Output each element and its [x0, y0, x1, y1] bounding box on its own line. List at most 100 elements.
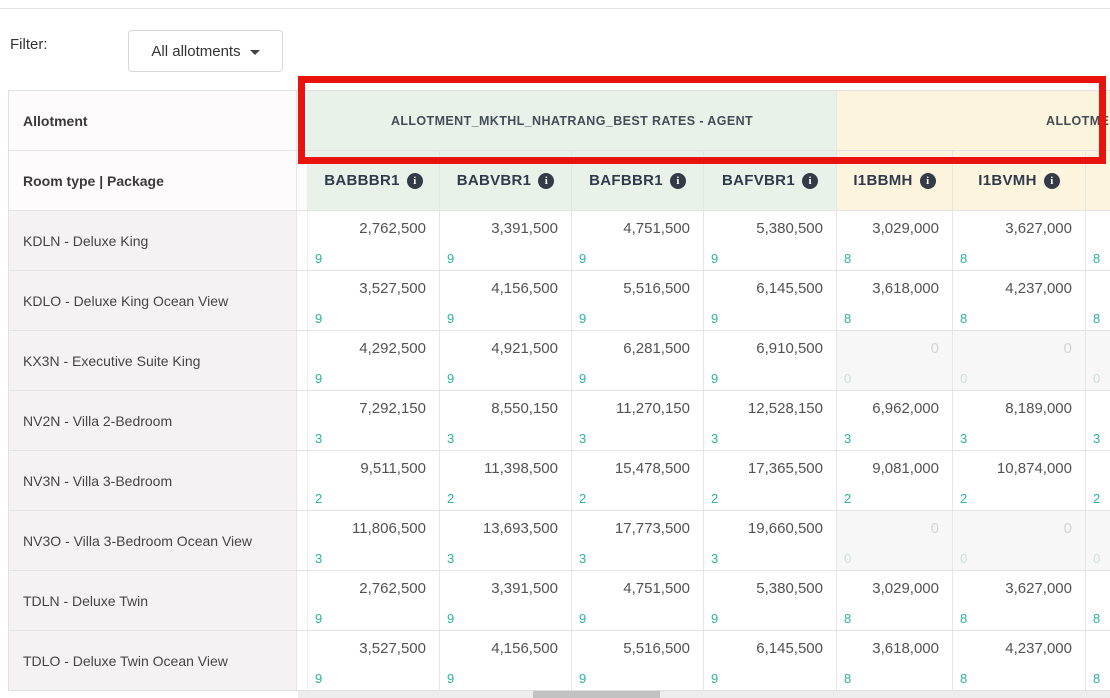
rate-value: 12,528,150: [748, 400, 823, 417]
rate-cell-KDLO-I1BBMH[interactable]: 3,618,0008: [837, 271, 953, 330]
rate-cell-KDLO-BAFVBR1[interactable]: 6,145,5009: [704, 271, 837, 330]
availability-count: 3: [579, 431, 586, 446]
availability-count: 2: [315, 491, 322, 506]
rate-value: 8,189,000: [1005, 400, 1072, 417]
rate-value: 4,751,500: [623, 220, 690, 237]
rate-cell-NV2N-BABVBR1[interactable]: 8,550,1503: [440, 391, 572, 450]
rate-cell-KDLO-NEXT[interactable]: 8: [1086, 271, 1110, 330]
rate-value: 4,156,500: [491, 640, 558, 657]
rate-cell-KDLO-BAFBBR1[interactable]: 5,516,5009: [572, 271, 704, 330]
rate-cell-TDLO-BABBBR1[interactable]: 3,527,5009: [308, 631, 440, 690]
horizontal-scrollbar[interactable]: [298, 691, 1110, 698]
room-type-text: TDLN - Deluxe Twin: [23, 593, 148, 609]
room-type-header-label: Room type | Package: [23, 173, 164, 189]
rate-cell-TDLO-NEXT[interactable]: 8: [1086, 631, 1110, 690]
availability-count: 9: [447, 371, 454, 386]
frozen-column-spacer: [297, 271, 308, 330]
rate-cell-KDLN-BABVBR1[interactable]: 3,391,5009: [440, 211, 572, 270]
rate-cell-KDLO-BABVBR1[interactable]: 4,156,5009: [440, 271, 572, 330]
rate-cell-NV3N-BABVBR1[interactable]: 11,398,5002: [440, 451, 572, 510]
availability-count: 8: [960, 671, 967, 686]
rate-cell-TDLN-I1BBMH[interactable]: 3,029,0008: [837, 571, 953, 630]
rate-cell-TDLO-I1BBMH[interactable]: 3,618,0008: [837, 631, 953, 690]
rate-cell-TDLO-BAFBBR1[interactable]: 5,516,5009: [572, 631, 704, 690]
room-type-label-KX3N: KX3N - Executive Suite King: [9, 331, 297, 390]
rate-cell-NV3N-I1BBMH[interactable]: 9,081,000 2: [837, 451, 953, 510]
rate-cell-KX3N-BAFVBR1[interactable]: 6,910,5009: [704, 331, 837, 390]
rate-cell-KDLN-BAFBBR1[interactable]: 4,751,5009: [572, 211, 704, 270]
frozen-column-spacer: [297, 331, 308, 390]
rate-cell-KDLN-I1BBMH[interactable]: 3,029,0008: [837, 211, 953, 270]
rate-cell-NV2N-NEXT[interactable]: 3: [1086, 391, 1110, 450]
rate-cell-TDLO-I1BVMH[interactable]: 4,237,0008: [953, 631, 1086, 690]
availability-count: 8: [844, 311, 851, 326]
column-header-BABVBR1: BABVBR1i: [440, 151, 572, 210]
scrollbar-thumb[interactable]: [533, 691, 660, 698]
rate-cell-KX3N-NEXT: 0: [1086, 331, 1110, 390]
rate-cell-TDLN-BAFVBR1[interactable]: 5,380,5009: [704, 571, 837, 630]
rate-cell-NV3N-BAFBBR1[interactable]: 15,478,5002: [572, 451, 704, 510]
rate-cell-TDLO-BAFVBR1[interactable]: 6,145,5009: [704, 631, 837, 690]
column-header-I1BVMH: I1BVMHi: [953, 151, 1086, 210]
availability-count: 3: [447, 551, 454, 566]
info-icon[interactable]: i: [802, 173, 818, 189]
availability-count: 8: [960, 611, 967, 626]
rate-cell-NV3O-BABVBR1[interactable]: 13,693,5003: [440, 511, 572, 570]
info-icon[interactable]: i: [920, 173, 936, 189]
availability-count: 9: [579, 611, 586, 626]
availability-count: 9: [447, 671, 454, 686]
rate-cell-NV2N-I1BVMH[interactable]: 8,189,000 3: [953, 391, 1086, 450]
rate-cell-KX3N-I1BBMH: 00: [837, 331, 953, 390]
availability-count: 9: [711, 671, 718, 686]
rate-cell-KX3N-BABBBR1[interactable]: 4,292,5009: [308, 331, 440, 390]
column-header-BAFBBR1: BAFBBR1i: [572, 151, 704, 210]
rate-cell-NV2N-BAFBBR1[interactable]: 11,270,1503: [572, 391, 704, 450]
info-icon[interactable]: i: [407, 173, 423, 189]
rate-cell-NV2N-BABBBR1[interactable]: 7,292,1503: [308, 391, 440, 450]
info-icon[interactable]: i: [538, 173, 554, 189]
rate-cell-KX3N-BABVBR1[interactable]: 4,921,5009: [440, 331, 572, 390]
table-row: TDLN - Deluxe Twin2,762,50093,391,50094,…: [9, 571, 1110, 631]
rate-cell-TDLO-BABVBR1[interactable]: 4,156,500 9: [440, 631, 572, 690]
rate-value: 0: [931, 520, 939, 537]
rate-cell-NV3O-BABBBR1[interactable]: 11,806,5003: [308, 511, 440, 570]
rate-cell-TDLN-BABVBR1[interactable]: 3,391,5009: [440, 571, 572, 630]
rate-cell-TDLN-BAFBBR1[interactable]: 4,751,5009: [572, 571, 704, 630]
rate-cell-KDLN-BAFVBR1[interactable]: 5,380,5009: [704, 211, 837, 270]
rate-cell-NV3N-BABBBR1[interactable]: 9,511,5002: [308, 451, 440, 510]
info-icon[interactable]: i: [1044, 173, 1060, 189]
availability-count: 2: [844, 491, 851, 506]
rate-cell-KX3N-BAFBBR1[interactable]: 6,281,5009: [572, 331, 704, 390]
rate-value: 5,516,500: [623, 280, 690, 297]
info-icon[interactable]: i: [670, 173, 686, 189]
rate-cell-NV3O-BAFVBR1[interactable]: 19,660,5003: [704, 511, 837, 570]
rate-value: 9,081,000: [872, 460, 939, 477]
rate-cell-KDLO-BABBBR1[interactable]: 3,527,5009: [308, 271, 440, 330]
rate-value: 2,762,500: [359, 580, 426, 597]
rate-cell-TDLN-BABBBR1[interactable]: 2,762,5009: [308, 571, 440, 630]
rate-cell-KDLN-BABBBR1[interactable]: 2,762,5009: [308, 211, 440, 270]
rate-cell-NV3O-BAFBBR1[interactable]: 17,773,5003: [572, 511, 704, 570]
rate-cell-KDLN-NEXT[interactable]: 8: [1086, 211, 1110, 270]
rate-cell-NV2N-BAFVBR1[interactable]: 12,528,1503: [704, 391, 837, 450]
availability-count: 9: [315, 251, 322, 266]
rate-cell-NV3N-I1BVMH[interactable]: 10,874,0002: [953, 451, 1086, 510]
rate-cell-NV3N-NEXT[interactable]: 2: [1086, 451, 1110, 510]
rate-cell-TDLN-NEXT[interactable]: 8: [1086, 571, 1110, 630]
rate-cell-KDLO-I1BVMH[interactable]: 4,237,0008: [953, 271, 1086, 330]
allotment-header-cell: Allotment: [9, 91, 297, 150]
rate-cell-NV2N-I1BBMH[interactable]: 6,962,0003: [837, 391, 953, 450]
availability-count: 8: [844, 671, 851, 686]
rate-cell-KDLN-I1BVMH[interactable]: 3,627,0008: [953, 211, 1086, 270]
allotment-filter-dropdown[interactable]: All allotments: [128, 30, 283, 72]
rate-value: 6,281,500: [623, 340, 690, 357]
availability-count: 8: [960, 251, 967, 266]
column-header-partial: [1086, 151, 1110, 210]
availability-count: 3: [960, 431, 967, 446]
availability-count: 9: [579, 671, 586, 686]
availability-count: 9: [711, 251, 718, 266]
rate-cell-TDLN-I1BVMH[interactable]: 3,627,0008: [953, 571, 1086, 630]
rate-value: 6,962,000: [872, 400, 939, 417]
rate-cell-NV3N-BAFVBR1[interactable]: 17,365,5002: [704, 451, 837, 510]
group-header-label: ALLOTMENT_MKTHL_NHATRANG_BEST RATES - AG…: [391, 114, 753, 128]
